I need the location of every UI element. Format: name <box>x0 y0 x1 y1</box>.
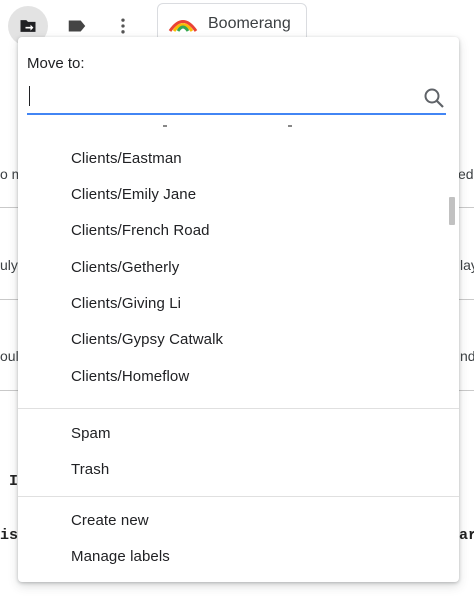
background-text: is <box>0 527 19 544</box>
background-divider <box>459 207 474 208</box>
background-text: lay <box>460 257 474 273</box>
background-text: uly <box>0 257 18 273</box>
background-text: ed <box>458 166 474 182</box>
folder-item[interactable]: Clients/Eastman <box>71 149 182 169</box>
menu-title: Move to: <box>27 55 85 72</box>
spam-item[interactable]: Spam <box>71 424 111 444</box>
folder-item[interactable]: Clients/Homeflow <box>71 367 189 387</box>
background-divider <box>0 390 18 391</box>
create-new-item[interactable]: Create new <box>71 511 149 531</box>
search-field <box>27 83 446 115</box>
menu-divider <box>18 496 459 497</box>
background-text: I <box>9 473 19 490</box>
background-text: ar <box>459 527 474 544</box>
boomerang-label: Boomerang <box>208 15 291 32</box>
folder-item[interactable]: Clients/Gypsy Catwalk <box>71 330 223 350</box>
move-to-folder-icon <box>20 20 36 32</box>
move-to-menu: Move to: Clients/Eastman Clients/Emily J… <box>18 37 459 582</box>
background-divider <box>459 390 474 391</box>
label-icon <box>68 20 86 32</box>
manage-labels-item[interactable]: Manage labels <box>71 547 170 567</box>
folder-item[interactable]: Clients/French Road <box>71 221 210 241</box>
menu-divider <box>18 408 459 409</box>
background-divider <box>0 299 18 300</box>
folder-item[interactable]: Clients/Giving Li <box>71 294 181 314</box>
trash-item[interactable]: Trash <box>71 460 109 480</box>
more-vert-icon <box>121 18 125 34</box>
background-divider <box>459 299 474 300</box>
background-text: oul <box>0 348 19 364</box>
text-cursor <box>29 86 30 106</box>
boomerang-logo-icon <box>168 20 198 32</box>
folder-item[interactable]: Clients/Getherly <box>71 258 179 278</box>
background-text: nd <box>460 348 474 364</box>
search-icon[interactable] <box>422 86 446 110</box>
folder-list[interactable]: Clients/Eastman Clients/Emily Jane Clien… <box>18 122 459 412</box>
list-scrollbar[interactable] <box>449 197 455 225</box>
folder-item[interactable]: Clients/Emily Jane <box>71 185 196 205</box>
background-divider <box>0 207 18 208</box>
folder-search-input[interactable] <box>27 85 412 109</box>
